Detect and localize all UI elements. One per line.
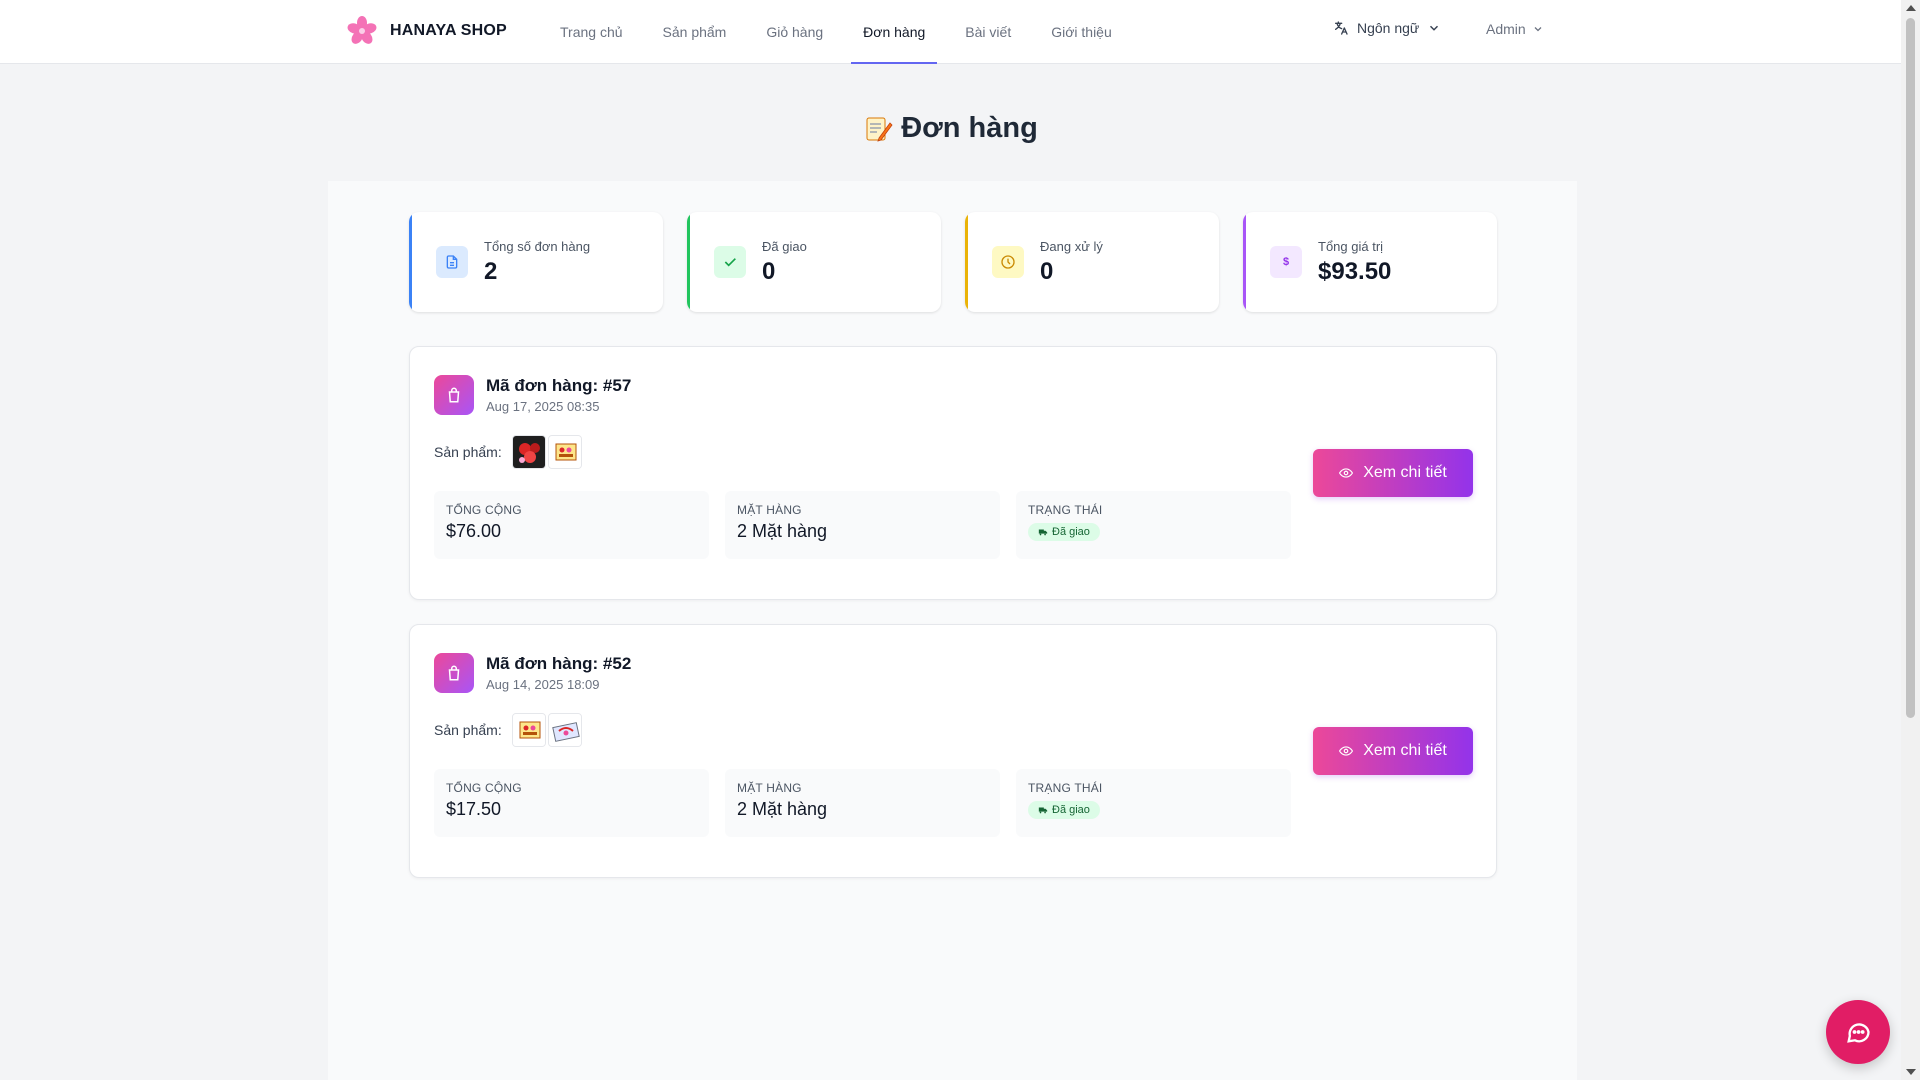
stat-label: Tổng giá trị <box>1318 238 1384 254</box>
view-details-button[interactable]: Xem chi tiết <box>1313 727 1473 775</box>
view-details-label: Xem chi tiết <box>1363 742 1447 759</box>
status-badge: Đã giao <box>1028 801 1100 819</box>
shopping-bag-icon <box>434 375 474 415</box>
stat-total-orders: Tổng số đơn hàng 2 <box>409 212 663 312</box>
main-nav: Trang chủ Sản phẩm Giỏ hàng Đơn hàng Bài… <box>540 0 1132 64</box>
truck-icon <box>1038 529 1048 536</box>
eye-icon <box>1339 468 1354 478</box>
order-date: Aug 17, 2025 08:35 <box>486 399 600 414</box>
stats-row: Tổng số đơn hàng 2 Đã giao 0 Đang xử lý … <box>409 212 1497 312</box>
page-scrollbar[interactable] <box>1901 0 1920 1080</box>
brand[interactable]: HANAYA SHOP <box>346 15 507 47</box>
eye-icon <box>1339 746 1354 756</box>
page-title-text: Đơn hàng <box>901 112 1038 144</box>
items-label: MẶT HÀNG <box>737 503 802 517</box>
nav-about[interactable]: Giới thiệu <box>1031 0 1132 64</box>
order-info-row: TỔNG CỘNG $76.00 MẶT HÀNG 2 Mặt hàng TRẠ… <box>434 491 1291 559</box>
scroll-thumb[interactable] <box>1906 18 1915 718</box>
status-text: Đã giao <box>1052 526 1090 538</box>
stat-processing: Đang xử lý 0 <box>965 212 1219 312</box>
stat-value: 2 <box>484 257 498 285</box>
order-id: Mã đơn hàng: #52 <box>486 654 632 673</box>
nav-products[interactable]: Sản phẩm <box>643 0 747 64</box>
order-total-box: TỔNG CỘNG $17.50 <box>434 769 709 837</box>
translate-icon <box>1335 21 1348 35</box>
memo-icon <box>866 117 893 142</box>
product-thumbnail[interactable] <box>547 713 582 747</box>
view-details-button[interactable]: Xem chi tiết <box>1313 449 1473 497</box>
status-badge: Đã giao <box>1028 523 1100 541</box>
clock-icon <box>992 246 1024 278</box>
order-items-box: MẶT HÀNG 2 Mặt hàng <box>725 769 1000 837</box>
order-total-box: TỔNG CỘNG $76.00 <box>434 491 709 559</box>
total-value: $76.00 <box>446 521 502 541</box>
products-label: Sản phẩm: <box>434 444 502 460</box>
stat-total-value: $ Tổng giá trị $93.50 <box>1243 212 1497 312</box>
dollar-icon: $ <box>1270 246 1302 278</box>
document-icon <box>436 246 468 278</box>
order-products: Sản phẩm: <box>434 435 582 469</box>
total-label: TỔNG CỘNG <box>446 781 522 795</box>
language-label: Ngôn ngữ <box>1357 20 1420 36</box>
top-navbar: HANAYA SHOP Trang chủ Sản phẩm Giỏ hàng … <box>0 0 1901 64</box>
order-date: Aug 14, 2025 18:09 <box>486 677 600 692</box>
total-label: TỔNG CỘNG <box>446 503 522 517</box>
nav-posts[interactable]: Bài viết <box>945 0 1031 64</box>
stat-label: Đang xử lý <box>1040 238 1103 254</box>
order-products: Sản phẩm: <box>434 713 582 747</box>
nav-home[interactable]: Trang chủ <box>540 0 643 64</box>
stat-value: 0 <box>1040 257 1054 285</box>
order-card: Mã đơn hàng: #52 Aug 14, 2025 18:09 Sản … <box>409 624 1497 878</box>
chat-bubble-icon <box>1847 1023 1870 1043</box>
brand-name: HANAYA SHOP <box>390 22 507 39</box>
items-value: 2 Mặt hàng <box>737 799 828 819</box>
view-details-label: Xem chi tiết <box>1363 464 1447 481</box>
product-thumbnails <box>511 435 582 469</box>
nav-orders[interactable]: Đơn hàng <box>843 0 945 64</box>
order-items-box: MẶT HÀNG 2 Mặt hàng <box>725 491 1000 559</box>
stat-value: 0 <box>762 257 776 285</box>
chevron-down-icon <box>1534 27 1542 32</box>
items-label: MẶT HÀNG <box>737 781 802 795</box>
scroll-up-icon[interactable] <box>1906 5 1916 11</box>
status-text: Đã giao <box>1052 804 1090 816</box>
order-status-box: TRẠNG THÁI Đã giao <box>1016 491 1291 559</box>
truck-icon <box>1038 807 1048 814</box>
check-icon <box>714 246 746 278</box>
stat-label: Đã giao <box>762 238 807 254</box>
total-value: $17.50 <box>446 799 502 819</box>
product-thumbnails <box>511 713 582 747</box>
user-menu[interactable]: Admin <box>1486 21 1544 37</box>
order-card: Mã đơn hàng: #57 Aug 17, 2025 08:35 Sản … <box>409 346 1497 600</box>
order-header: Mã đơn hàng: #57 Aug 17, 2025 08:35 <box>434 375 631 415</box>
product-thumbnail[interactable] <box>511 713 546 747</box>
nav-cart[interactable]: Giỏ hàng <box>746 0 843 64</box>
page-title: Đơn hàng <box>0 112 1901 145</box>
products-label: Sản phẩm: <box>434 722 502 738</box>
shopping-bag-icon <box>434 653 474 693</box>
stat-delivered: Đã giao 0 <box>687 212 941 312</box>
product-thumbnail[interactable] <box>511 435 546 469</box>
language-dropdown[interactable]: Ngôn ngữ <box>1333 20 1441 36</box>
product-thumbnail[interactable] <box>547 435 582 469</box>
order-header: Mã đơn hàng: #52 Aug 14, 2025 18:09 <box>434 653 631 693</box>
stat-label: Tổng số đơn hàng <box>484 238 591 254</box>
order-id: Mã đơn hàng: #57 <box>486 376 632 395</box>
status-label: TRẠNG THÁI <box>1028 781 1103 795</box>
sakura-logo-icon <box>347 16 377 44</box>
user-label: Admin <box>1486 21 1526 37</box>
chevron-down-icon <box>1430 25 1439 31</box>
order-status-box: TRẠNG THÁI Đã giao <box>1016 769 1291 837</box>
items-value: 2 Mặt hàng <box>737 521 828 541</box>
stat-value: $93.50 <box>1318 257 1392 285</box>
order-info-row: TỔNG CỘNG $17.50 MẶT HÀNG 2 Mặt hàng TRẠ… <box>434 769 1291 837</box>
chat-button[interactable] <box>1826 1000 1890 1064</box>
status-label: TRẠNG THÁI <box>1028 503 1103 517</box>
scroll-down-icon[interactable] <box>1906 1069 1916 1075</box>
